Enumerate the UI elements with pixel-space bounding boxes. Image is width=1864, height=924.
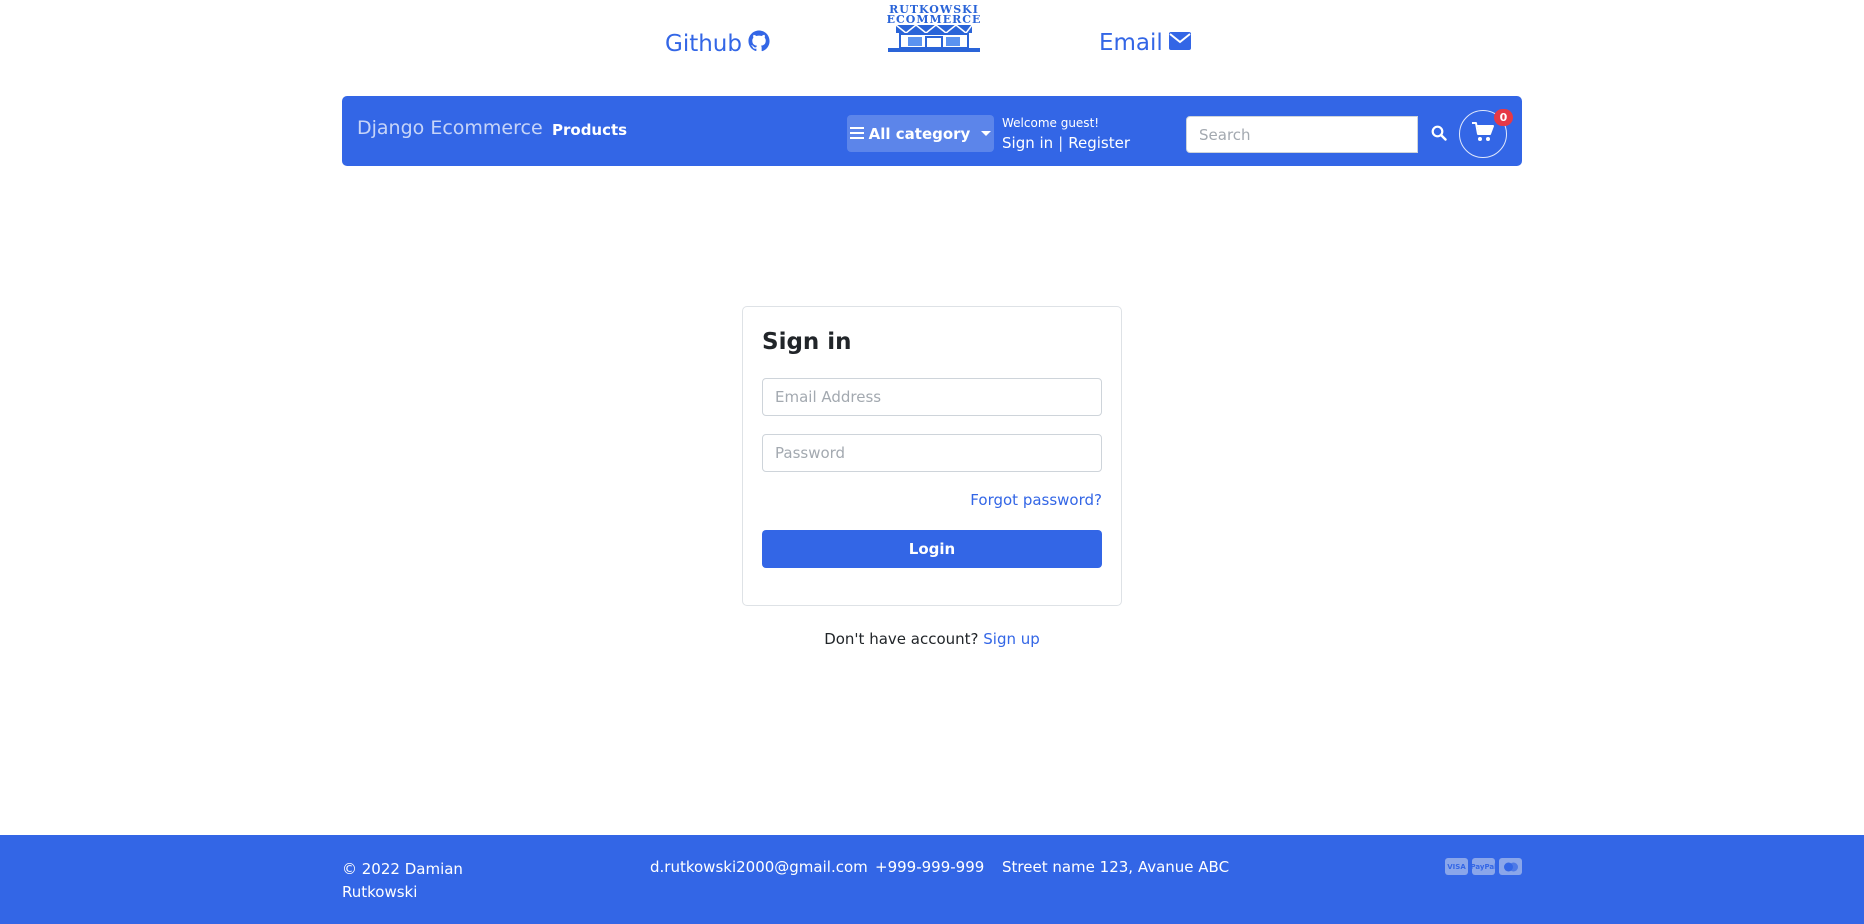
hamburger-icon bbox=[849, 125, 864, 143]
rutkowski-logo[interactable]: RUTKOWSKI ECOMMERCE bbox=[880, 2, 988, 54]
forgot-password-link[interactable]: Forgot password? bbox=[970, 491, 1102, 509]
envelope-icon bbox=[1168, 30, 1191, 56]
github-icon bbox=[748, 30, 770, 58]
payment-methods: VISA PayPal bbox=[1445, 858, 1522, 875]
shopping-cart-icon bbox=[1472, 122, 1494, 146]
auth-links: Sign in | Register bbox=[1002, 134, 1130, 152]
sign-in-title: Sign in bbox=[762, 329, 852, 355]
sign-up-link[interactable]: Sign up bbox=[983, 630, 1040, 648]
category-label: All category bbox=[868, 124, 971, 143]
welcome-text: Welcome guest! bbox=[1002, 116, 1100, 130]
password-field[interactable] bbox=[762, 434, 1102, 472]
email-field[interactable] bbox=[762, 378, 1102, 416]
brand-link[interactable]: Django Ecommerce bbox=[357, 117, 543, 139]
email-link-label: Email bbox=[1099, 30, 1163, 56]
nav-products-link[interactable]: Products bbox=[552, 121, 627, 139]
paypal-icon: PayPal bbox=[1470, 858, 1497, 875]
no-account-text: Don't have account? bbox=[824, 630, 979, 648]
all-category-dropdown[interactable]: All category bbox=[847, 115, 994, 152]
signup-prompt: Don't have account? Sign up bbox=[0, 630, 1864, 648]
mastercard-icon bbox=[1499, 858, 1522, 875]
cart-count-badge: 0 bbox=[1494, 109, 1513, 126]
main-navbar: Django Ecommerce Products All category W… bbox=[342, 96, 1522, 166]
sign-in-card: Sign in Forgot password? Login bbox=[742, 306, 1122, 606]
email-link[interactable]: Email bbox=[1099, 30, 1191, 56]
copyright-text: © 2022 Damian Rutkowski bbox=[342, 860, 463, 901]
logo-line-2: ECOMMERCE bbox=[886, 13, 982, 26]
sign-in-link[interactable]: Sign in bbox=[1002, 134, 1053, 152]
storefront-icon bbox=[888, 25, 980, 52]
chevron-down-icon bbox=[981, 131, 992, 136]
footer-address: Street name 123, Avanue ABC bbox=[1002, 858, 1230, 876]
search-input[interactable] bbox=[1186, 116, 1418, 153]
visa-icon: VISA bbox=[1445, 858, 1468, 875]
github-link[interactable]: Github bbox=[665, 30, 770, 58]
login-button[interactable]: Login bbox=[762, 530, 1102, 568]
github-link-label: Github bbox=[665, 31, 742, 57]
footer-email[interactable]: d.rutkowski2000@gmail.com bbox=[650, 858, 868, 876]
search-icon bbox=[1431, 125, 1447, 145]
search-button[interactable] bbox=[1418, 116, 1460, 153]
site-footer: © 2022 Damian Rutkowski d.rutkowski2000@… bbox=[0, 835, 1864, 924]
auth-separator: | bbox=[1058, 134, 1064, 152]
footer-phone: +999-999-999 bbox=[875, 858, 985, 876]
register-link[interactable]: Register bbox=[1068, 134, 1130, 152]
top-strip: Github RUTKOWSKI ECOMMERCE Email bbox=[0, 0, 1864, 96]
